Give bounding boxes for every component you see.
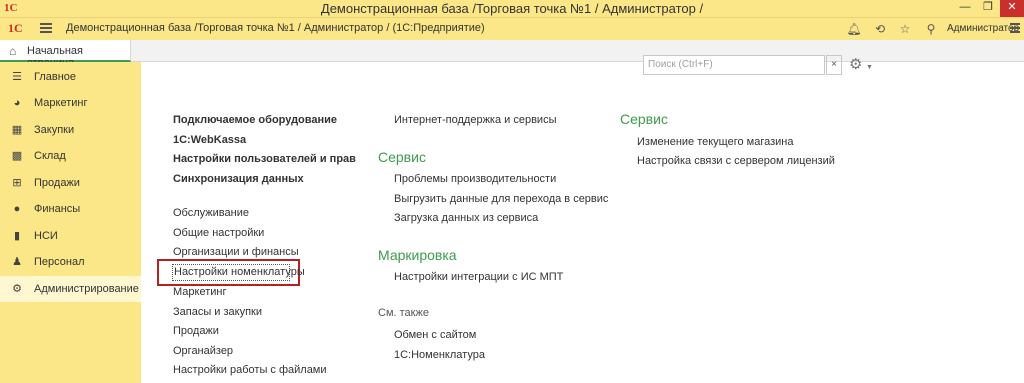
link-data-sync[interactable]: Синхронизация данных (173, 173, 304, 185)
search-icon[interactable]: ⚲ (923, 21, 939, 37)
sidebar-item-label: Главное (34, 71, 77, 83)
pie-chart-icon: ◕ (13, 97, 21, 109)
link-1c-nomenclature[interactable]: 1С:Номенклатура (394, 349, 485, 361)
sidebar-item-marketing[interactable]: ◕ Маркетинг (0, 90, 141, 116)
link-maintenance[interactable]: Обслуживание (173, 207, 249, 219)
menu-lines-icon: ☰ (12, 71, 22, 83)
link-organizer[interactable]: Органайзер (173, 345, 233, 357)
gear-icon: ⚙ (12, 283, 22, 295)
link-nomenclature-settings[interactable]: Настройки номенклатуры (174, 266, 305, 278)
app-header: 1С Демонстрационная база /Торговая точка… (0, 18, 1024, 40)
app-header-logo: 1С (8, 21, 23, 35)
heading-service: Сервис (378, 149, 426, 165)
book-icon: ▮ (13, 230, 21, 242)
coin-icon: ● (13, 203, 21, 215)
window-title: Демонстрационная база /Торговая точка №1… (320, 1, 704, 16)
sidebar: ☰ Главное ◕ Маркетинг ▦ Закупки ▩ Склад … (0, 62, 141, 383)
settings-gear-icon[interactable]: ⚙ (849, 55, 862, 73)
sidebar-item-main[interactable]: ☰ Главное (0, 64, 141, 90)
star-icon[interactable]: ☆ (897, 21, 913, 37)
main-menu-icon[interactable] (40, 23, 52, 34)
link-organizations-finance[interactable]: Организации и финансы (173, 246, 299, 258)
close-button[interactable]: ✕ (1000, 0, 1024, 17)
link-internet-support[interactable]: Интернет-поддержка и сервисы (394, 114, 556, 126)
heading-see-also: См. также (378, 307, 429, 319)
sidebar-item-label: Персонал (34, 256, 85, 268)
cart-icon: ⊞ (12, 177, 22, 189)
sidebar-item-label: Продажи (34, 177, 80, 189)
link-ismpt-integration[interactable]: Настройки интеграции с ИС МПТ (394, 271, 563, 283)
sidebar-item-personnel[interactable]: ♟ Персонал (0, 249, 141, 275)
sidebar-item-label: Склад (34, 150, 66, 162)
heading-service-right: Сервис (620, 111, 668, 127)
link-stock-purchases[interactable]: Запасы и закупки (173, 306, 262, 318)
maximize-button[interactable]: ❐ (977, 0, 999, 17)
search-clear-button[interactable]: × (826, 55, 842, 75)
home-icon: ⌂ (9, 44, 17, 58)
sidebar-item-label: Маркетинг (34, 97, 88, 109)
sidebar-item-purchases[interactable]: ▦ Закупки (0, 117, 141, 143)
heading-marking: Маркировка (378, 247, 457, 263)
link-marketing[interactable]: Маркетинг (173, 286, 226, 298)
link-general-settings[interactable]: Общие настройки (173, 227, 264, 239)
sidebar-item-administration[interactable]: ⚙ Администрирование (0, 276, 141, 302)
sidebar-item-label: Администрирование (34, 283, 139, 295)
tab-strip: ⌂ Начальная страница (0, 40, 1024, 69)
sidebar-item-label: Финансы (34, 203, 81, 215)
person-icon: ♟ (12, 256, 22, 268)
sidebar-item-warehouse[interactable]: ▩ Склад (0, 143, 141, 169)
link-file-settings[interactable]: Настройки работы с файлами (173, 364, 327, 376)
bell-icon[interactable]: 🔔︎ (846, 21, 862, 37)
base-path: Демонстрационная база /Торговая точка №1… (66, 22, 485, 34)
search-placeholder: Поиск (Ctrl+F) (648, 59, 713, 70)
link-connected-equipment[interactable]: Подключаемое оборудование (173, 114, 337, 126)
link-change-store[interactable]: Изменение текущего магазина (637, 136, 794, 148)
link-license-server[interactable]: Настройка связи с сервером лицензий (637, 155, 835, 167)
link-import-from-service[interactable]: Загрузка данных из сервиса (394, 212, 538, 224)
sidebar-item-nsi[interactable]: ▮ НСИ (0, 223, 141, 249)
minimize-button[interactable]: — (954, 0, 976, 17)
search-input[interactable]: Поиск (Ctrl+F) (643, 55, 825, 75)
settings-menu-icon[interactable] (1010, 23, 1020, 35)
link-site-exchange[interactable]: Обмен с сайтом (394, 329, 476, 341)
user-name[interactable]: Администратор (947, 23, 1019, 34)
link-export-to-service[interactable]: Выгрузить данные для перехода в сервис (394, 193, 608, 205)
sidebar-item-label: НСИ (34, 230, 58, 242)
sidebar-item-finance[interactable]: ● Финансы (0, 196, 141, 222)
link-user-settings-rights[interactable]: Настройки пользователей и прав (173, 153, 356, 165)
history-icon[interactable]: ⟲ (872, 21, 888, 37)
link-performance-problems[interactable]: Проблемы производительности (394, 173, 556, 185)
tab-home[interactable]: ⌂ Начальная страница (0, 40, 131, 69)
link-webkassa[interactable]: 1C:WebKassa (173, 134, 246, 146)
sidebar-item-label: Закупки (34, 124, 75, 136)
truck-icon: ▦ (11, 124, 23, 136)
link-sales[interactable]: Продажи (173, 325, 219, 337)
warehouse-icon: ▩ (11, 150, 23, 162)
sidebar-item-sales[interactable]: ⊞ Продажи (0, 170, 141, 196)
chevron-down-icon[interactable]: ▼ (866, 64, 873, 71)
window-titlebar: 1С Демонстрационная база /Торговая точка… (0, 0, 1024, 18)
